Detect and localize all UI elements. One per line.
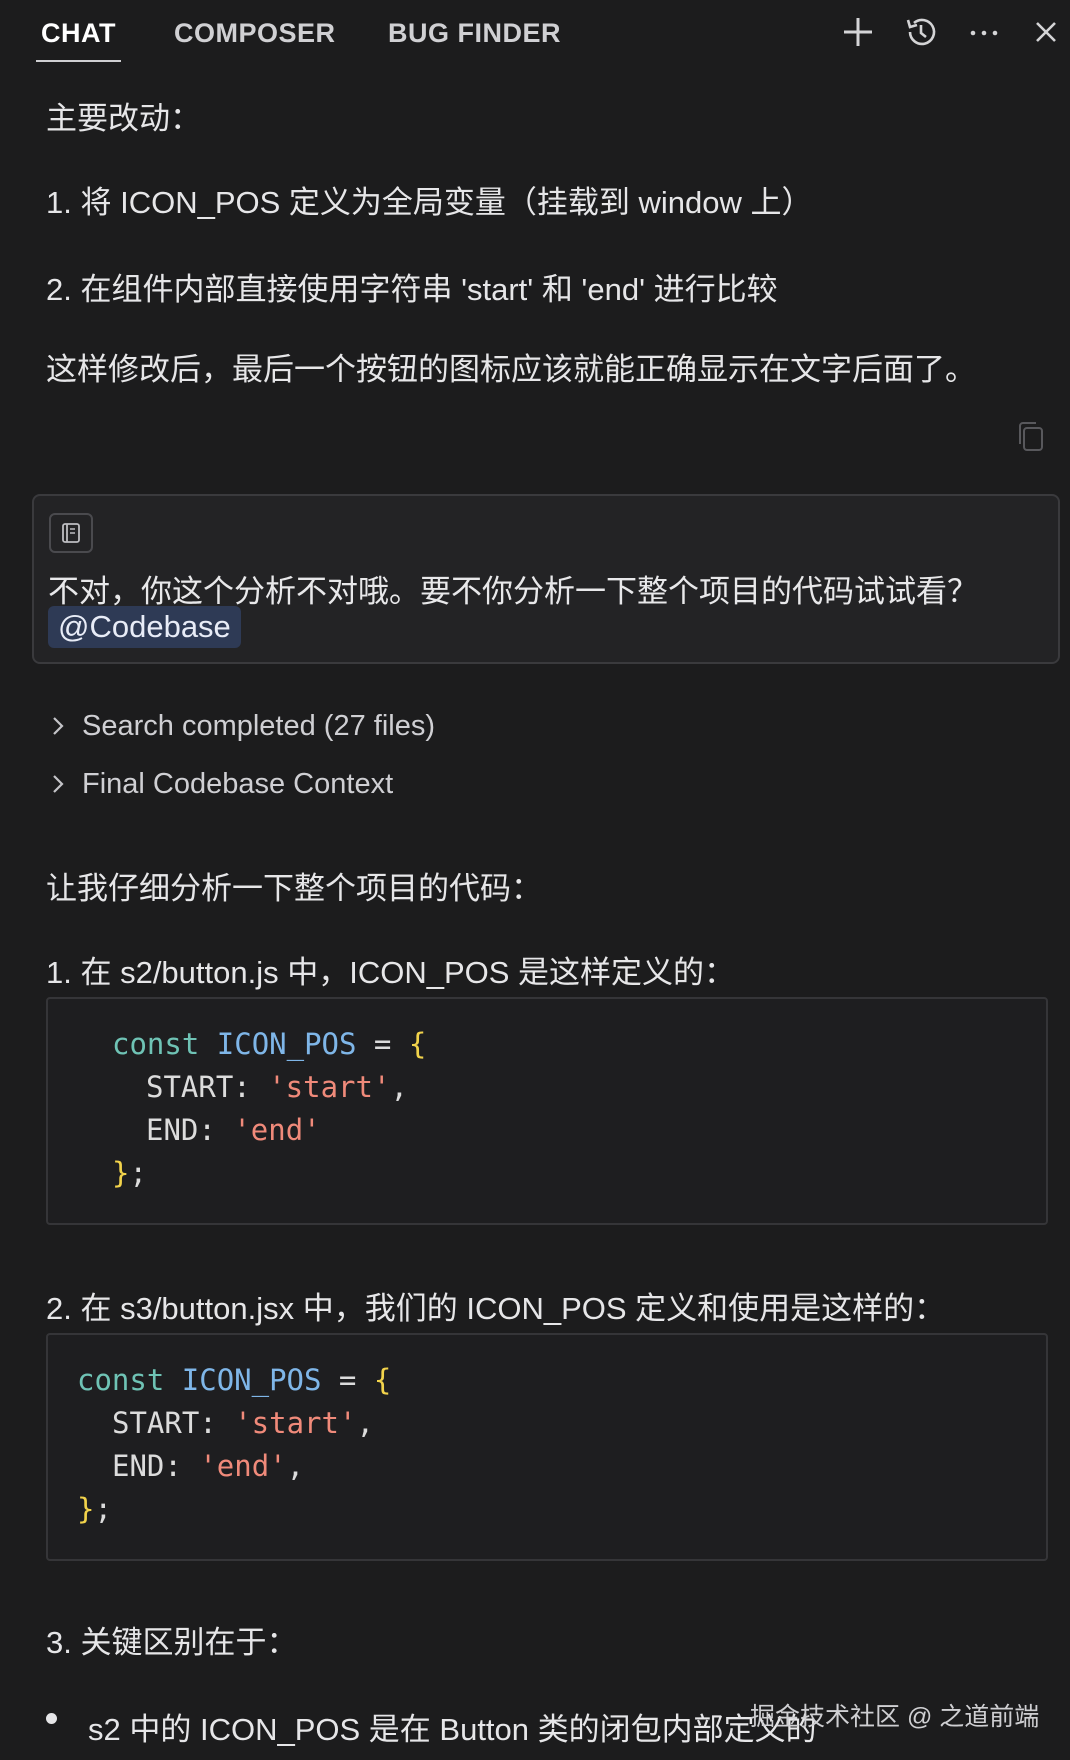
tab-bug-finder[interactable]: BUG FINDER (388, 18, 561, 49)
final-context-toggle[interactable]: Final Codebase Context (48, 766, 393, 802)
analysis-point-1: 1. 在 s2/button.js 中，ICON_POS 是这样定义的： (46, 955, 736, 990)
bullet-marker (46, 1713, 57, 1724)
code-block-1[interactable]: const ICON_POS = { START: 'start', END: … (46, 997, 1048, 1225)
changes-heading: 主要改动： (46, 101, 201, 136)
copy-icon[interactable] (1016, 420, 1046, 454)
analysis-point-2: 2. 在 s3/button.jsx 中，我们的 ICON_POS 定义和使用是… (46, 1291, 946, 1326)
plus-icon[interactable] (840, 14, 876, 50)
code-line: }; (112, 1156, 147, 1190)
chevron-right-icon (53, 717, 64, 735)
code-line: }; (77, 1492, 112, 1526)
change-item-2: 2. 在组件内部直接使用字符串 'start' 和 'end' 进行比较 (46, 272, 778, 307)
panel-header: CHAT COMPOSER BUG FINDER (0, 0, 1070, 68)
code-line: START: 'start', (112, 1406, 374, 1440)
user-message-text: 不对，你这个分析不对哦。要不你分析一下整个项目的代码试试看？ (48, 574, 978, 609)
code-block-2[interactable]: const ICON_POS = { START: 'start', END: … (46, 1333, 1048, 1561)
change-item-1: 1. 将 ICON_POS 定义为全局变量（挂载到 window 上） (46, 185, 813, 220)
change-summary: 这样修改后，最后一个按钮的图标应该就能正确显示在文字后面了。 (46, 352, 976, 387)
codebase-mention[interactable]: @Codebase (48, 606, 241, 648)
search-completed-label: Search completed (27 files) (82, 709, 435, 742)
bullet-item-1: s2 中的 ICON_POS 是在 Button 类的闭包内部定义的 (88, 1712, 817, 1747)
tab-composer[interactable]: COMPOSER (174, 18, 336, 49)
final-context-label: Final Codebase Context (82, 767, 394, 800)
code-line: END: 'end' (146, 1113, 321, 1147)
chevron-right-icon (53, 775, 64, 793)
code-line: const ICON_POS = { (77, 1363, 392, 1397)
close-icon[interactable] (1028, 14, 1064, 50)
more-icon[interactable] (966, 14, 1002, 50)
code-line: END: 'end', (112, 1449, 305, 1483)
code-line: START: 'start', (146, 1070, 408, 1104)
context-file-icon[interactable] (49, 513, 93, 553)
user-message[interactable]: 不对，你这个分析不对哦。要不你分析一下整个项目的代码试试看？ @Codebase (32, 494, 1060, 664)
watermark: 掘金技术社区 @ 之道前端 (750, 1703, 1040, 1731)
active-tab-indicator (36, 60, 121, 62)
analysis-intro: 让我仔细分析一下整个项目的代码： (46, 871, 542, 906)
search-completed-toggle[interactable]: Search completed (27 files) (48, 708, 435, 744)
analysis-point-3: 3. 关键区别在于： (46, 1625, 298, 1660)
code-line: const ICON_POS = { (112, 1027, 427, 1061)
history-icon[interactable] (903, 14, 939, 50)
tab-chat[interactable]: CHAT (41, 18, 116, 49)
